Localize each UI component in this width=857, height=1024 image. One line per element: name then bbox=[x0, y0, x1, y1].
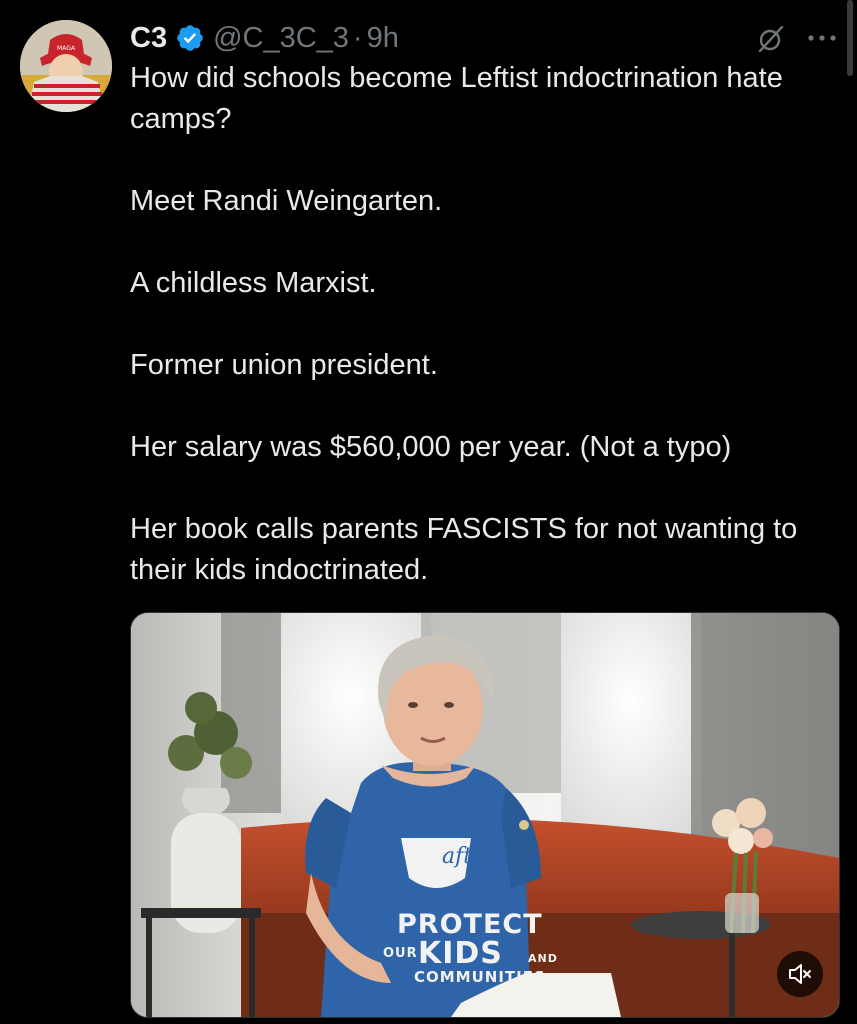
grok-icon[interactable] bbox=[756, 24, 786, 54]
tweet-text: How did schools become Leftist indoctrin… bbox=[130, 58, 845, 591]
scrollbar[interactable] bbox=[847, 0, 853, 76]
user-handle[interactable]: @C_3C_3 bbox=[213, 22, 349, 55]
more-options-icon[interactable] bbox=[806, 28, 838, 48]
shirt-text-our: OUR bbox=[383, 946, 418, 961]
timestamp[interactable]: 9h bbox=[367, 22, 399, 55]
tweet-paragraph: A childless Marxist. bbox=[130, 267, 377, 299]
verified-badge-icon bbox=[177, 25, 203, 51]
speaker-muted-icon bbox=[789, 964, 811, 984]
tweet-paragraph: Meet Randi Weingarten. bbox=[130, 185, 443, 217]
tweet-paragraph: Her book calls parents FASCISTS for not … bbox=[130, 513, 798, 586]
shirt-text-protect: PROTECT bbox=[397, 909, 543, 940]
avatar-image: MAGA bbox=[20, 20, 112, 112]
avatar[interactable]: MAGA bbox=[20, 20, 112, 112]
tweet[interactable]: MAGA C3 @C_3C_3 · 9h How did schools bec… bbox=[0, 0, 857, 1024]
shirt-text-and: AND bbox=[528, 952, 558, 965]
mute-button[interactable] bbox=[777, 951, 823, 997]
shirt-logo: aft bbox=[442, 844, 473, 869]
tweet-paragraph: Her salary was $560,000 per year. (Not a… bbox=[130, 431, 732, 463]
display-name[interactable]: C3 bbox=[130, 22, 167, 55]
shirt-text-kids: KIDS bbox=[418, 936, 503, 971]
tweet-paragraph: Former union president. bbox=[130, 349, 438, 381]
svg-text:MAGA: MAGA bbox=[57, 45, 76, 52]
shirt-text-communities: COMMUNITIES bbox=[414, 968, 546, 986]
separator-dot: · bbox=[352, 21, 363, 54]
tweet-paragraph: How did schools become Leftist indoctrin… bbox=[130, 62, 783, 135]
tweet-header: C3 @C_3C_3 · 9h bbox=[130, 18, 399, 58]
video-player[interactable]: aft PROTECT OUR KIDS AND COMMUNITIES bbox=[130, 612, 840, 1018]
